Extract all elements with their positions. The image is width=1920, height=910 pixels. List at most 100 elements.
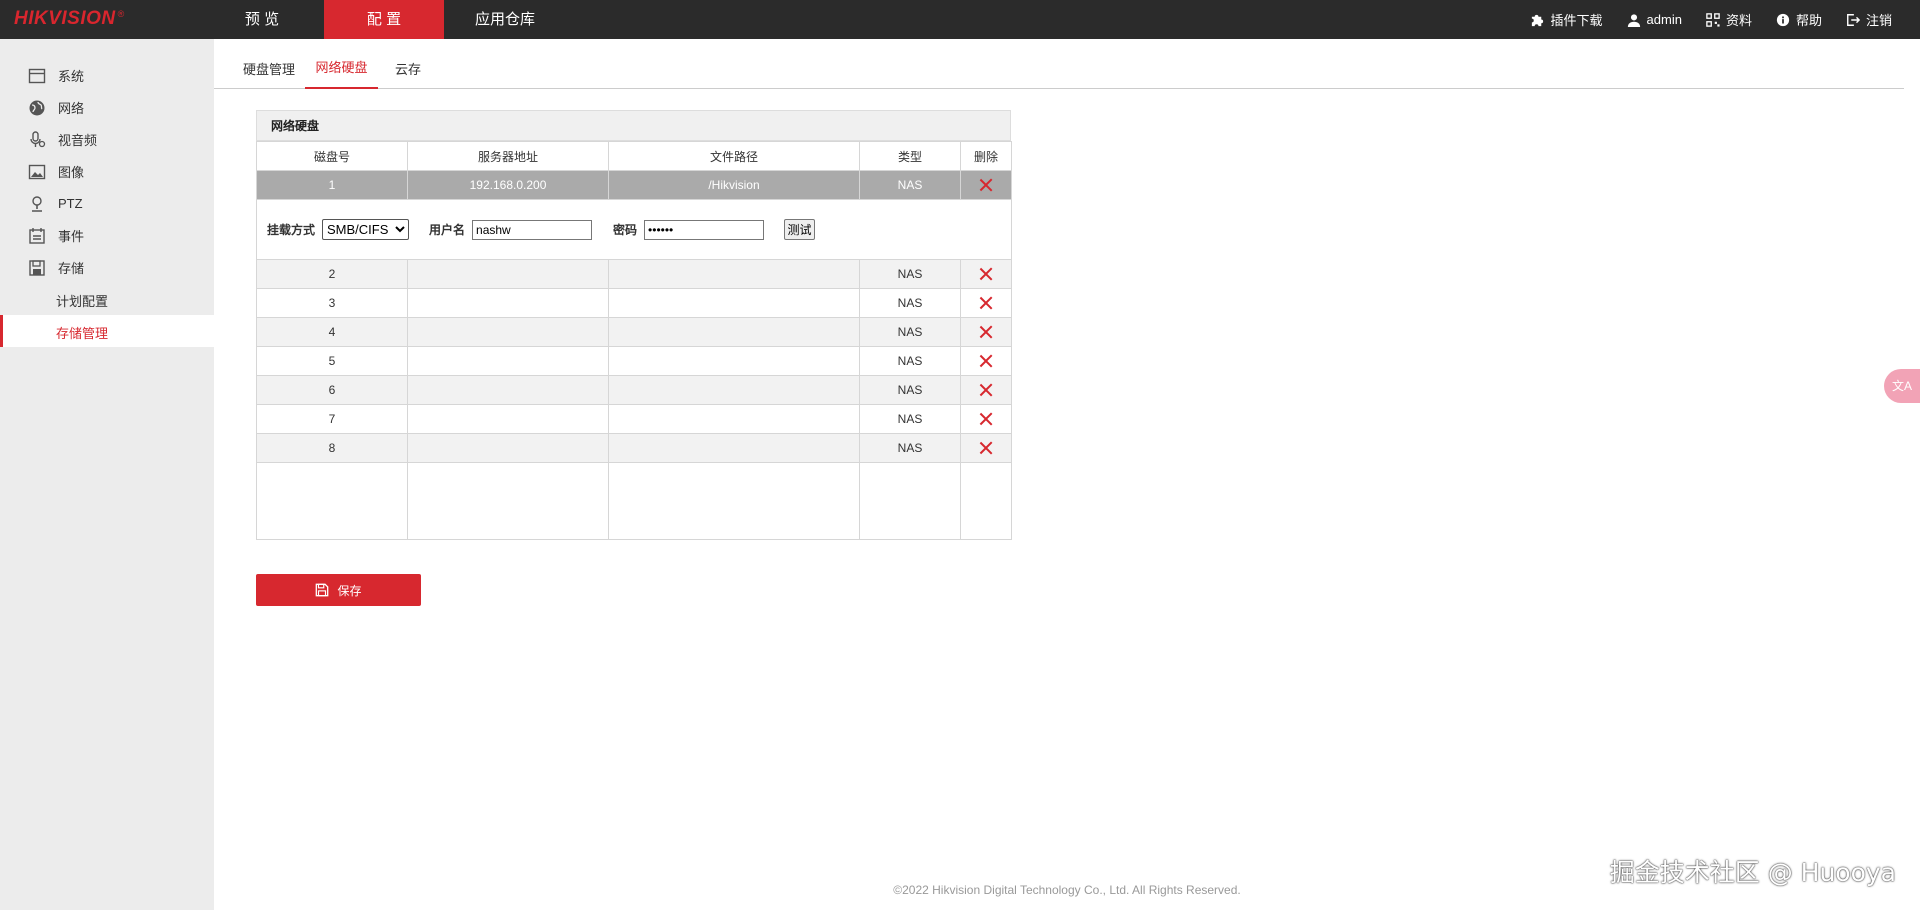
translate-float-button[interactable]: 文A [1884, 369, 1920, 403]
sidebar-subitem-schedule[interactable]: 计划配置 [0, 283, 214, 315]
sidebar-subitem-label: 计划配置 [56, 294, 109, 309]
tab-app-store[interactable]: 应用仓库 [445, 0, 565, 39]
net-hdd-table: 磁盘号 服务器地址 文件路径 类型 删除 1 192.168.0.200 /Hi… [256, 141, 1012, 540]
username-input[interactable] [472, 219, 593, 240]
user-link[interactable]: admin [1627, 12, 1682, 27]
file-path-cell [608, 346, 860, 376]
disk-number-cell: 4 [256, 317, 408, 347]
tab-net-hdd[interactable]: 网络硬盘 [305, 39, 378, 89]
type-cell: NAS [859, 259, 961, 289]
disk-number-cell: 6 [256, 375, 408, 405]
server-address-cell [407, 317, 609, 347]
sidebar: 系统 网络 视音频 图像 PTZ 事件 存储 计划配置 存储管理 [0, 39, 214, 910]
globe-icon [29, 100, 45, 116]
sidebar-subitem-storage-management[interactable]: 存储管理 [0, 315, 214, 347]
file-path-cell [608, 375, 860, 405]
sidebar-item-system[interactable]: 系统 [0, 59, 214, 91]
type-cell: NAS [859, 404, 961, 434]
mount-settings-row: 挂载方式 SMB/CIFS 用户名 密码 测试 [256, 199, 1012, 260]
test-button[interactable]: 测试 [784, 219, 816, 240]
system-icon [28, 68, 46, 84]
table-row[interactable]: 6 NAS [256, 375, 1012, 405]
sidebar-item-label: 系统 [58, 68, 85, 84]
disk-number-cell: 7 [256, 404, 408, 434]
mount-mode-select[interactable]: SMB/CIFS [322, 219, 410, 240]
plugin-download-link[interactable]: 插件下载 [1530, 10, 1603, 29]
disk-number-cell: 8 [256, 433, 408, 463]
table-row[interactable]: 5 NAS [256, 346, 1012, 376]
table-row[interactable]: 8 NAS [256, 433, 1012, 463]
tab-configuration[interactable]: 配 置 [324, 0, 444, 39]
watermark: 掘金技术社区 @ Huooya [1609, 858, 1896, 887]
logout-link[interactable]: 注销 [1846, 10, 1892, 29]
delete-icon[interactable] [979, 325, 993, 339]
top-bar: HIKVISION ® 预 览 配 置 应用仓库 插件下载 admin 资料 帮… [0, 0, 1920, 39]
sidebar-item-label: 事件 [58, 228, 85, 244]
empty-table-space [256, 462, 1012, 540]
sidebar-item-storage[interactable]: 存储 [0, 251, 214, 283]
docs-label: 资料 [1725, 13, 1752, 28]
table-row[interactable]: 4 NAS [256, 317, 1012, 347]
file-path-cell [608, 317, 860, 347]
sidebar-item-label: 网络 [58, 100, 85, 116]
plugin-download-label: 插件下载 [1550, 13, 1603, 28]
type-cell: NAS [859, 346, 961, 376]
tab-cloud-storage[interactable]: 云存储 [389, 39, 427, 138]
net-hdd-panel: 网络硬盘 磁盘号 服务器地址 文件路径 类型 删除 1 192.168.0.20… [256, 110, 1012, 540]
tab-hdd-management[interactable]: 硬盘管理 [243, 39, 295, 89]
column-header: 删除 [960, 141, 1012, 171]
sidebar-subitem-label: 存储管理 [56, 326, 109, 341]
sub-tabs: 硬盘管理 网络硬盘 云存储 [214, 39, 1904, 138]
calendar-icon [29, 228, 45, 244]
table-row[interactable]: 2 NAS [256, 259, 1012, 289]
server-address-cell [407, 259, 609, 289]
table-row[interactable]: 1 192.168.0.200 /Hikvision NAS [256, 170, 1012, 200]
panel-title: 网络硬盘 [257, 111, 1010, 141]
disk-icon [29, 260, 45, 276]
delete-icon[interactable] [979, 441, 993, 455]
file-path-cell [608, 433, 860, 463]
table-row[interactable]: 7 NAS [256, 404, 1012, 434]
logout-icon [1847, 13, 1860, 26]
disk-number-cell: 5 [256, 346, 408, 376]
image-icon [28, 164, 46, 180]
table-row[interactable]: 3 NAS [256, 288, 1012, 318]
help-label: 帮助 [1795, 13, 1822, 28]
help-link[interactable]: 帮助 [1776, 10, 1822, 29]
delete-icon[interactable] [979, 412, 993, 426]
logo-text: HIKVISION [14, 8, 116, 29]
username-label: 用户名 [429, 223, 466, 237]
file-path-cell: /Hikvision [608, 170, 860, 200]
mount-mode-label: 挂载方式 [267, 223, 316, 237]
server-address-cell [407, 288, 609, 318]
delete-icon[interactable] [979, 383, 993, 397]
type-cell: NAS [859, 433, 961, 463]
type-cell: NAS [859, 288, 961, 318]
user-icon [1627, 13, 1640, 27]
sidebar-item-label: PTZ [58, 195, 83, 211]
type-cell: NAS [859, 375, 961, 405]
sidebar-item-label: 存储 [58, 260, 85, 276]
password-input[interactable] [644, 219, 765, 240]
sidebar-item-ptz[interactable]: PTZ [0, 187, 214, 219]
sidebar-item-image[interactable]: 图像 [0, 155, 214, 187]
type-cell: NAS [859, 170, 961, 200]
file-path-cell [608, 259, 860, 289]
delete-icon[interactable] [979, 296, 993, 310]
sidebar-item-event[interactable]: 事件 [0, 219, 214, 251]
sidebar-item-audio-video[interactable]: 视音频 [0, 123, 214, 155]
sidebar-item-network[interactable]: 网络 [0, 91, 214, 123]
server-address-cell [407, 375, 609, 405]
server-address-cell [407, 346, 609, 376]
type-cell: NAS [859, 317, 961, 347]
delete-icon[interactable] [979, 267, 993, 281]
delete-icon[interactable] [979, 178, 993, 192]
file-path-cell [608, 404, 860, 434]
mount-settings: 挂载方式 SMB/CIFS 用户名 密码 测试 [257, 219, 1011, 240]
table-header-row: 磁盘号 服务器地址 文件路径 类型 删除 [256, 141, 1012, 171]
disk-number-cell: 2 [256, 259, 408, 289]
save-button[interactable]: 保存 [256, 574, 421, 606]
tab-preview[interactable]: 预 览 [202, 0, 322, 39]
delete-icon[interactable] [979, 354, 993, 368]
docs-link[interactable]: 资料 [1706, 10, 1752, 29]
